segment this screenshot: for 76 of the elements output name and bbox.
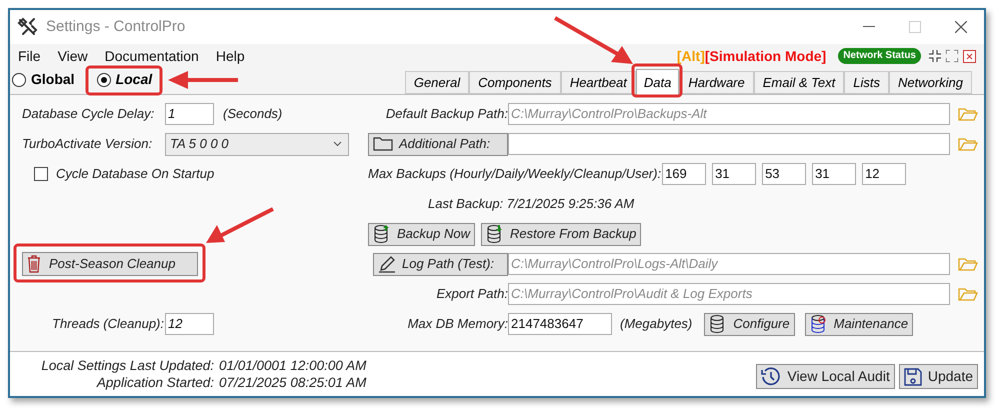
input-field[interactable]: 12 xyxy=(862,163,906,185)
database-icon xyxy=(486,224,504,244)
configure-button[interactable]: Configure xyxy=(704,312,795,336)
input-field[interactable]: 169 xyxy=(662,163,706,185)
checkbox[interactable]: Cycle Database On Startup xyxy=(34,164,214,184)
input-field[interactable]: 12 xyxy=(165,313,214,335)
input-field[interactable]: 53 xyxy=(762,163,806,185)
menu-item[interactable]: File xyxy=(14,46,45,66)
database-icon xyxy=(373,224,391,244)
menu-item[interactable]: Help xyxy=(212,46,249,66)
tab[interactable]: Data xyxy=(636,69,680,95)
info-value: 01/01/0001 12:00:00 AM xyxy=(219,357,366,374)
last-backup-text: Last Backup: 7/21/2025 9:25:36 AM xyxy=(428,195,634,214)
field-label: TurboActivate Version: xyxy=(22,135,154,154)
input-field[interactable]: 2147483647 xyxy=(508,313,612,335)
annotation-arrow xyxy=(206,207,274,243)
backup-button[interactable]: Backup Now xyxy=(368,222,475,246)
window-title: Settings - ControlPro xyxy=(46,16,186,37)
tab[interactable]: Email & Text xyxy=(754,71,844,94)
additional-path-button[interactable]: Additional Path: xyxy=(368,132,508,156)
info-label: Application Started: xyxy=(95,374,214,391)
path-field[interactable]: C:\Murray\ControlPro\Audit & Log Exports xyxy=(508,283,950,305)
info-label: Local Settings Last Updated: xyxy=(40,357,214,374)
pencil-icon xyxy=(378,255,396,273)
view-audit-button[interactable]: View Local Audit xyxy=(756,364,895,389)
path-field[interactable] xyxy=(508,133,950,155)
version-dropdown[interactable]: TA 5 0 0 0 xyxy=(165,132,349,156)
folder-icon xyxy=(958,287,978,301)
tab[interactable]: Hardware xyxy=(679,71,754,94)
tab[interactable]: General xyxy=(404,71,470,94)
tools-icon xyxy=(16,16,38,38)
menu-item[interactable]: View xyxy=(54,46,92,66)
path-field[interactable]: C:\Murray\ControlPro\Backups-Alt xyxy=(508,103,950,125)
folder-icon xyxy=(958,137,978,151)
history-icon xyxy=(761,366,782,386)
field-label: Max DB Memory: xyxy=(406,315,508,334)
network-status-badge: Network Status xyxy=(838,48,921,64)
maintenance-button[interactable]: Maintenance xyxy=(804,312,914,336)
chevron-down-icon xyxy=(333,141,342,147)
folder-icon xyxy=(373,137,393,151)
annotation-arrow xyxy=(168,71,238,89)
unit-label: (Megabytes) xyxy=(620,315,692,334)
close-box-icon xyxy=(963,50,976,62)
restore-button[interactable]: Restore From Backup xyxy=(480,222,642,246)
log-path-button[interactable]: Log Path (Test): xyxy=(373,252,508,276)
collapse-icon xyxy=(929,50,941,62)
expand-icon xyxy=(946,50,958,62)
unit-label: (Seconds) xyxy=(223,105,282,124)
cleanup-button[interactable]: Post-Season Cleanup xyxy=(22,252,198,276)
field-label: Threads (Cleanup): xyxy=(51,315,165,334)
field-label: Database Cycle Delay: xyxy=(22,105,156,124)
path-field[interactable]: C:\Murray\ControlPro\Logs-Alt\Daily xyxy=(508,253,950,275)
menu-item[interactable]: Documentation xyxy=(100,46,203,66)
folder-icon xyxy=(958,107,978,121)
input-field[interactable]: 31 xyxy=(812,163,856,185)
trash-icon xyxy=(27,255,41,273)
field-label: Max Backups (Hourly/Daily/Weekly/Cleanup/User): xyxy=(368,165,662,184)
database-icon xyxy=(810,314,828,334)
radio-button[interactable]: Global xyxy=(12,69,75,90)
tab[interactable]: Components xyxy=(469,71,561,94)
folder-icon xyxy=(958,257,978,271)
tab[interactable]: Lists xyxy=(844,71,889,94)
field-label: Export Path: xyxy=(435,285,508,304)
mode-tag: [Alt] xyxy=(676,46,705,66)
tab[interactable]: Heartbeat xyxy=(560,71,636,94)
update-button[interactable]: Update xyxy=(898,364,978,389)
input-field[interactable]: 31 xyxy=(712,163,756,185)
radio-button[interactable]: Local xyxy=(96,69,152,90)
info-value: 07/21/2025 08:25:01 AM xyxy=(219,374,366,391)
mode-tag: [Simulation Mode] xyxy=(704,46,826,66)
close-icon xyxy=(955,21,967,33)
field-label: Default Backup Path: xyxy=(384,105,508,124)
input-field[interactable]: 1 xyxy=(165,103,214,125)
tab[interactable]: Networking xyxy=(888,71,972,94)
highlight-frame xyxy=(632,64,682,98)
save-icon xyxy=(904,368,922,386)
